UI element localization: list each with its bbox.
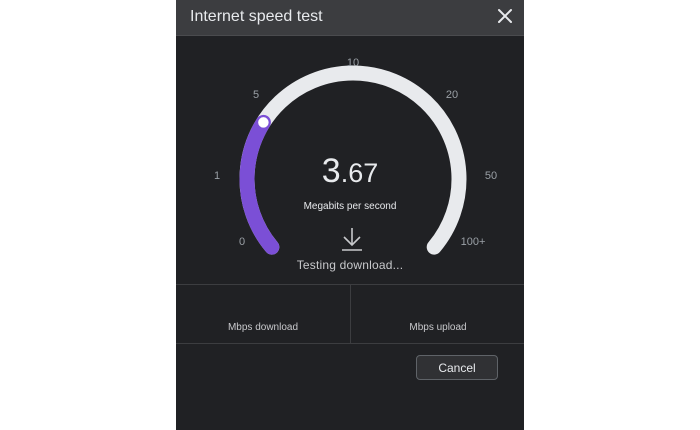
speed-value-integer: 3 (321, 152, 341, 190)
download-label: Mbps download (227, 322, 299, 333)
cancel-button[interactable]: Cancel (416, 355, 498, 380)
gauge-tick-20: 20 (446, 89, 458, 101)
speed-test-dialog: Internet speed test 0 1 5 10 20 50 100+ … (176, 0, 524, 430)
dialog-titlebar: Internet speed test (176, 0, 524, 36)
download-arrow-icon (342, 228, 362, 251)
test-status: Testing download... (296, 258, 404, 272)
gauge-tick-0: 0 (239, 236, 245, 248)
results-panel: Mbps download Mbps upload (176, 284, 524, 344)
upload-label: Mbps upload (409, 322, 467, 333)
dialog-title: Internet speed test (190, 8, 323, 25)
gauge-tick-10: 10 (347, 57, 359, 69)
gauge-thumb (256, 115, 271, 130)
speed-readout: 3.67 (176, 152, 524, 191)
speed-value-fraction: .67 (340, 158, 379, 188)
speed-unit-label: Megabits per second (303, 201, 397, 212)
gauge-tick-5: 5 (253, 89, 259, 101)
download-result: Mbps download (176, 285, 350, 343)
gauge-tick-100: 100+ (461, 236, 486, 248)
upload-result: Mbps upload (350, 285, 524, 343)
close-icon[interactable] (494, 5, 516, 27)
